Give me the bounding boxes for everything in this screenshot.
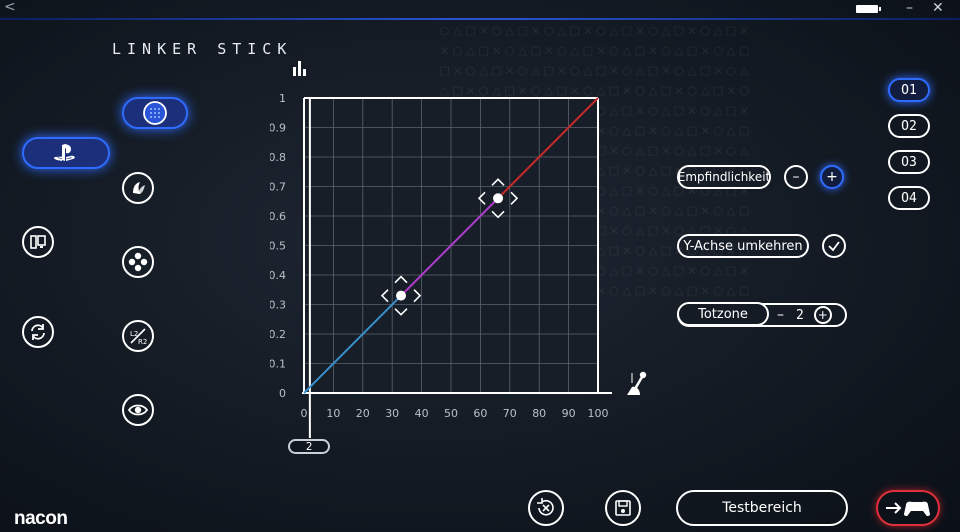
y-tick-label: 0 [279,387,286,400]
x-tick-label: 90 [562,407,576,420]
nacon-logo: nacon [14,508,68,529]
y-tick-label: 0.6 [270,210,286,223]
y-tick-label: 0.3 [270,299,286,312]
x-tick-label: 60 [473,407,487,420]
tool-eye-button[interactable] [122,394,154,426]
tool-left-stick-button[interactable] [122,97,188,129]
deadzone-control: Totzone – 2 + [677,302,847,327]
invert-y-checkbox[interactable] [822,234,846,258]
profile-1-button[interactable]: O1 [888,78,930,102]
x-tick-label: 0 [301,407,308,420]
tool-buttons-button[interactable] [122,246,154,278]
battery-icon [856,5,881,13]
title-bar [0,0,960,18]
x-tick-label: 70 [503,407,517,420]
y-tick-label: 0.8 [270,151,286,164]
output-bars-icon [293,61,306,76]
invert-y-label: Y-Achse umkehren [677,234,809,258]
exit-button[interactable] [876,490,940,526]
nav-pc-console-button[interactable] [22,226,54,258]
profile-4-button[interactable]: O4 [888,186,930,210]
minimize-button[interactable]: – [906,0,913,16]
profile-3-button[interactable]: O3 [888,150,930,174]
reset-icon [537,498,554,516]
y-tick-label: 0.5 [270,240,286,253]
deadzone-value: 2 [796,307,804,323]
tool-light-button[interactable] [122,172,154,204]
playstation-icon [53,144,75,161]
nav-playstation-button[interactable] [22,137,110,169]
sensitivity-increase-button[interactable]: + [820,165,844,189]
test-area-button[interactable]: Testbereich [676,490,848,526]
svg-text:L2: L2 [130,330,138,338]
nav-sync-button[interactable] [22,316,54,348]
svg-text:R2: R2 [138,338,147,346]
close-button[interactable]: ✕ [932,0,944,16]
control-point[interactable] [396,290,407,301]
deadzone-decrease-button[interactable]: – [777,307,784,323]
y-tick-label: 0.7 [270,181,286,194]
light-icon [133,182,145,194]
eye-icon [127,404,149,416]
sync-icon [31,324,45,340]
response-curve-chart[interactable]: 0 10 20 30 40 50 60 70 80 90 100 0 0.1 0.2 0.3 0.4 0.5 0.… [270,55,650,455]
page-title: LINKER STICK [112,40,293,58]
tool-triggers-button[interactable]: L2 R2 [122,320,154,352]
y-tick-label: 0.9 [270,122,286,135]
deadzone-marker[interactable]: 2 [288,439,330,454]
left-stick-icon [143,101,167,125]
save-button[interactable] [605,490,641,526]
pc-console-icon [30,235,46,249]
save-icon [615,500,631,516]
exit-to-gamepad-icon [886,501,930,517]
buttons-icon [128,252,148,272]
sensitivity-label: Empfindlichkeit [677,165,771,189]
x-tick-label: 20 [356,407,370,420]
triggers-icon: L2 R2 [130,328,147,346]
chart-grid [302,97,612,438]
deadzone-label: Totzone [677,302,769,326]
x-tick-label: 30 [385,407,399,420]
back-arrow-icon[interactable]: < [4,0,16,15]
stick-input-icon [627,371,647,395]
sensitivity-decrease-button[interactable]: – [784,165,808,189]
y-tick-label: 0.4 [270,269,286,282]
x-tick-label: 100 [588,407,609,420]
x-tick-label: 50 [444,407,458,420]
checkmark-icon [828,241,840,252]
y-tick-label: 0.2 [270,328,286,341]
x-tick-label: 40 [415,407,429,420]
deadzone-increase-button[interactable]: + [813,306,832,324]
y-tick-label: 0.1 [270,358,286,371]
reset-button[interactable] [528,490,564,526]
x-tick-label: 10 [326,407,340,420]
control-point[interactable] [493,193,504,204]
y-tick-label: 1 [279,92,286,105]
x-tick-label: 80 [532,407,546,420]
profile-2-button[interactable]: O2 [888,114,930,138]
